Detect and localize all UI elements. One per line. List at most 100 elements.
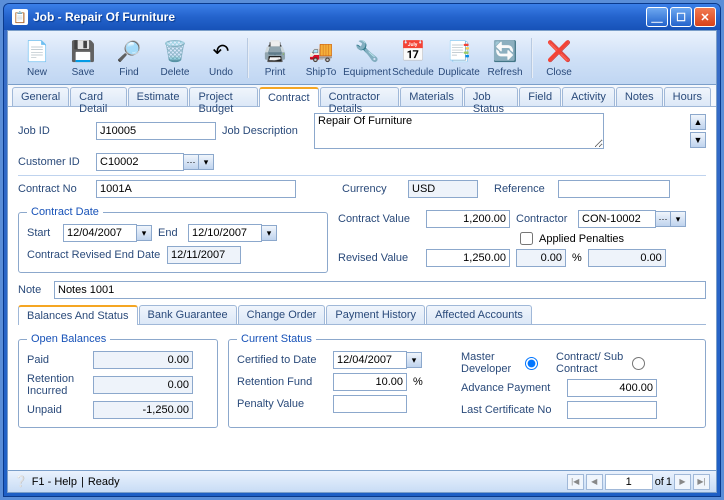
- tab-hours[interactable]: Hours: [664, 87, 711, 106]
- job-desc-input[interactable]: Repair Of Furniture: [314, 113, 604, 149]
- master-dev-radio[interactable]: [525, 357, 538, 370]
- desc-down-button[interactable]: ▼: [690, 132, 706, 148]
- customer-id-label: Customer ID: [18, 156, 90, 168]
- refresh-icon: 🔄: [491, 38, 519, 66]
- reference-input[interactable]: [558, 180, 670, 198]
- shipto-button[interactable]: 🚚ShipTo: [298, 34, 344, 82]
- status-sep: |: [81, 476, 84, 488]
- subcontract-radio[interactable]: [632, 357, 645, 370]
- toolbar-separator: [247, 38, 249, 78]
- unpaid-input: [93, 401, 193, 419]
- maximize-button[interactable]: ☐: [670, 7, 692, 27]
- currency-label: Currency: [342, 183, 402, 195]
- applied-penalties-checkbox[interactable]: [520, 232, 533, 245]
- advance-input[interactable]: [567, 379, 657, 397]
- job-desc-label: Job Description: [222, 125, 308, 137]
- paid-label: Paid: [27, 354, 87, 366]
- tab-general[interactable]: General: [12, 87, 69, 106]
- contractor-input[interactable]: [578, 210, 656, 228]
- print-button[interactable]: 🖨️Print: [252, 34, 298, 82]
- last-page-button[interactable]: ▶|: [693, 474, 710, 490]
- certified-input[interactable]: [333, 351, 407, 369]
- start-date-dropdown[interactable]: ▾: [136, 225, 152, 241]
- contract-no-label: Contract No: [18, 183, 90, 195]
- tab-notes[interactable]: Notes: [616, 87, 663, 106]
- lastcert-label: Last Certificate No: [461, 404, 561, 416]
- lastcert-input[interactable]: [567, 401, 657, 419]
- tab-contract[interactable]: Contract: [259, 87, 319, 107]
- save-button[interactable]: 💾Save: [60, 34, 106, 82]
- retention-fund-input[interactable]: [333, 373, 407, 391]
- retention-fund-label: Retention Fund: [237, 376, 327, 388]
- tab-card-detail[interactable]: Card Detail: [70, 87, 127, 106]
- tab-project-budget[interactable]: Project Budget: [189, 87, 258, 106]
- tab-materials[interactable]: Materials: [400, 87, 463, 106]
- first-page-button[interactable]: |◀: [567, 474, 584, 490]
- customer-id-input[interactable]: [96, 153, 184, 171]
- subtab-bank-guarantee[interactable]: Bank Guarantee: [139, 305, 237, 324]
- open-balances-fieldset: Open Balances Paid Retention Incurred Un…: [18, 333, 218, 428]
- note-input[interactable]: [54, 281, 706, 299]
- customer-lookup-button[interactable]: ⋯: [183, 154, 199, 170]
- section-divider: [18, 175, 706, 176]
- customer-dropdown-button[interactable]: ▾: [198, 154, 214, 170]
- contract-date-fieldset: Contract Date Start ▾ End ▾ Contract Rev…: [18, 206, 328, 273]
- end-date-dropdown[interactable]: ▾: [261, 225, 277, 241]
- schedule-button[interactable]: 📅Schedule: [390, 34, 436, 82]
- duplicate-button[interactable]: 📑Duplicate: [436, 34, 482, 82]
- total-pages: 1: [666, 476, 672, 488]
- sub-tab-row: Balances And StatusBank GuaranteeChange …: [18, 303, 706, 325]
- minimize-button[interactable]: ＿: [646, 7, 668, 27]
- refresh-button[interactable]: 🔄Refresh: [482, 34, 528, 82]
- find-button[interactable]: 🔎Find: [106, 34, 152, 82]
- subtab-change-order[interactable]: Change Order: [238, 305, 326, 324]
- penalty-value-input[interactable]: [333, 395, 407, 413]
- tab-field[interactable]: Field: [519, 87, 561, 106]
- revised-value-label: Revised Value: [338, 252, 420, 264]
- app-icon: 📋: [12, 9, 28, 25]
- tab-contractor-details[interactable]: Contractor Details: [320, 87, 400, 106]
- delete-button[interactable]: 🗑️Delete: [152, 34, 198, 82]
- desc-up-button[interactable]: ▲: [690, 114, 706, 130]
- schedule-icon: 📅: [399, 38, 427, 66]
- close-icon: ❌: [545, 38, 573, 66]
- print-icon: 🖨️: [261, 38, 289, 66]
- equipment-button[interactable]: 🔧Equipment: [344, 34, 390, 82]
- tab-job-status[interactable]: Job Status: [464, 87, 518, 106]
- certified-label: Certified to Date: [237, 354, 327, 366]
- help-icon: ❔: [14, 475, 28, 488]
- window-title: Job - Repair Of Furniture: [33, 10, 646, 24]
- close-button[interactable]: ❌Close: [536, 34, 582, 82]
- save-icon: 💾: [69, 38, 97, 66]
- contract-value-input[interactable]: [426, 210, 510, 228]
- delete-icon: 🗑️: [161, 38, 189, 66]
- subtab-balances-and-status[interactable]: Balances And Status: [18, 305, 138, 325]
- subtab-affected-accounts[interactable]: Affected Accounts: [426, 305, 532, 324]
- new-button[interactable]: 📄New: [14, 34, 60, 82]
- contractor-lookup-button[interactable]: ⋯: [655, 211, 671, 227]
- unpaid-label: Unpaid: [27, 404, 87, 416]
- revised-value-input[interactable]: [426, 249, 510, 267]
- reference-label: Reference: [494, 183, 552, 195]
- job-id-input[interactable]: [96, 122, 216, 140]
- window-close-button[interactable]: ✕: [694, 7, 716, 27]
- next-page-button[interactable]: ▶: [674, 474, 691, 490]
- status-bar: ❔ F1 - Help | Ready |◀ ◀ of 1 ▶ ▶|: [8, 470, 716, 492]
- page-input[interactable]: [605, 474, 653, 490]
- contractor-label: Contractor: [516, 213, 572, 225]
- job-id-label: Job ID: [18, 125, 90, 137]
- title-bar: 📋 Job - Repair Of Furniture ＿ ☐ ✕: [4, 4, 720, 30]
- penalty-amt-input: [516, 249, 566, 267]
- contractor-dropdown-button[interactable]: ▾: [670, 211, 686, 227]
- certified-dropdown[interactable]: ▾: [406, 352, 422, 368]
- subtab-payment-history[interactable]: Payment History: [326, 305, 425, 324]
- tab-activity[interactable]: Activity: [562, 87, 615, 106]
- start-date-input[interactable]: [63, 224, 137, 242]
- subcontract-label: Contract/ Sub Contract: [556, 351, 626, 375]
- open-balances-legend: Open Balances: [27, 333, 110, 345]
- end-date-input[interactable]: [188, 224, 262, 242]
- contract-no-input[interactable]: [96, 180, 296, 198]
- tab-estimate[interactable]: Estimate: [128, 87, 189, 106]
- prev-page-button[interactable]: ◀: [586, 474, 603, 490]
- undo-button[interactable]: ↶Undo: [198, 34, 244, 82]
